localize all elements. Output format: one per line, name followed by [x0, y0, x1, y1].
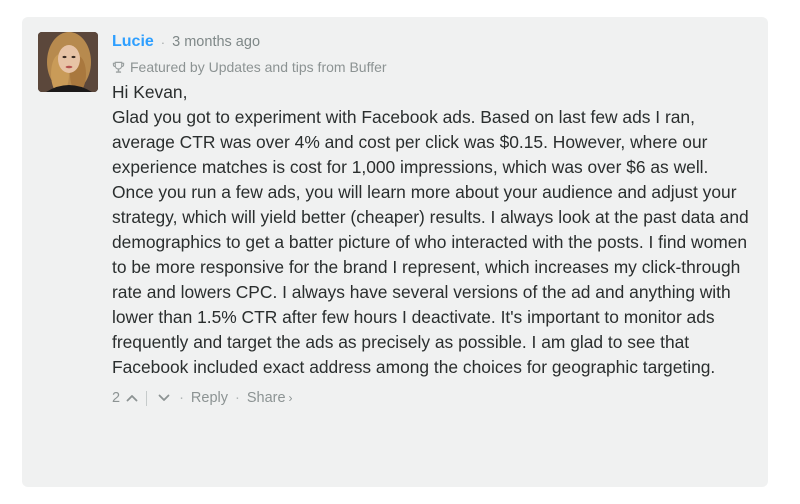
author-name[interactable]: Lucie	[112, 33, 154, 51]
share-label: Share	[246, 390, 286, 406]
avatar-image	[38, 32, 98, 92]
timestamp-link[interactable]: 3 months ago	[172, 34, 260, 50]
reply-button[interactable]: Reply	[191, 390, 228, 406]
footer-separator: ·	[235, 390, 240, 406]
trophy-icon	[112, 61, 125, 73]
upvote-button[interactable]	[124, 390, 140, 406]
comment-paragraph: Hi Kevan,	[112, 82, 188, 102]
comment-footer: 2 · Reply · Share ›	[112, 388, 758, 408]
share-button[interactable]: Share ›	[247, 390, 293, 406]
comment-paragraph: Once you run a few ads, you will learn m…	[112, 182, 749, 377]
comment-card: Lucie · 3 months ago Featured by Updates…	[22, 17, 768, 487]
comment-paragraph: Glad you got to experiment with Facebook…	[112, 107, 709, 177]
vote-divider	[146, 390, 148, 406]
comment-meta: Lucie · 3 months ago	[112, 31, 758, 53]
chevron-down-icon	[158, 394, 170, 401]
chevron-up-icon	[126, 395, 138, 402]
vote-count: 2	[112, 390, 121, 406]
share-arrow-icon: ›	[288, 391, 293, 405]
featured-badge: Featured by Updates and tips from Buffer	[112, 56, 758, 78]
comment-body: Hi Kevan, Glad you got to experiment wit…	[112, 80, 758, 380]
footer-separator: ·	[179, 390, 184, 406]
downvote-button[interactable]	[156, 390, 172, 406]
avatar[interactable]	[38, 32, 98, 92]
featured-text[interactable]: Featured by Updates and tips from Buffer	[130, 59, 387, 75]
meta-separator: ·	[160, 34, 166, 50]
comment-content: Lucie · 3 months ago Featured by Updates…	[112, 31, 758, 408]
